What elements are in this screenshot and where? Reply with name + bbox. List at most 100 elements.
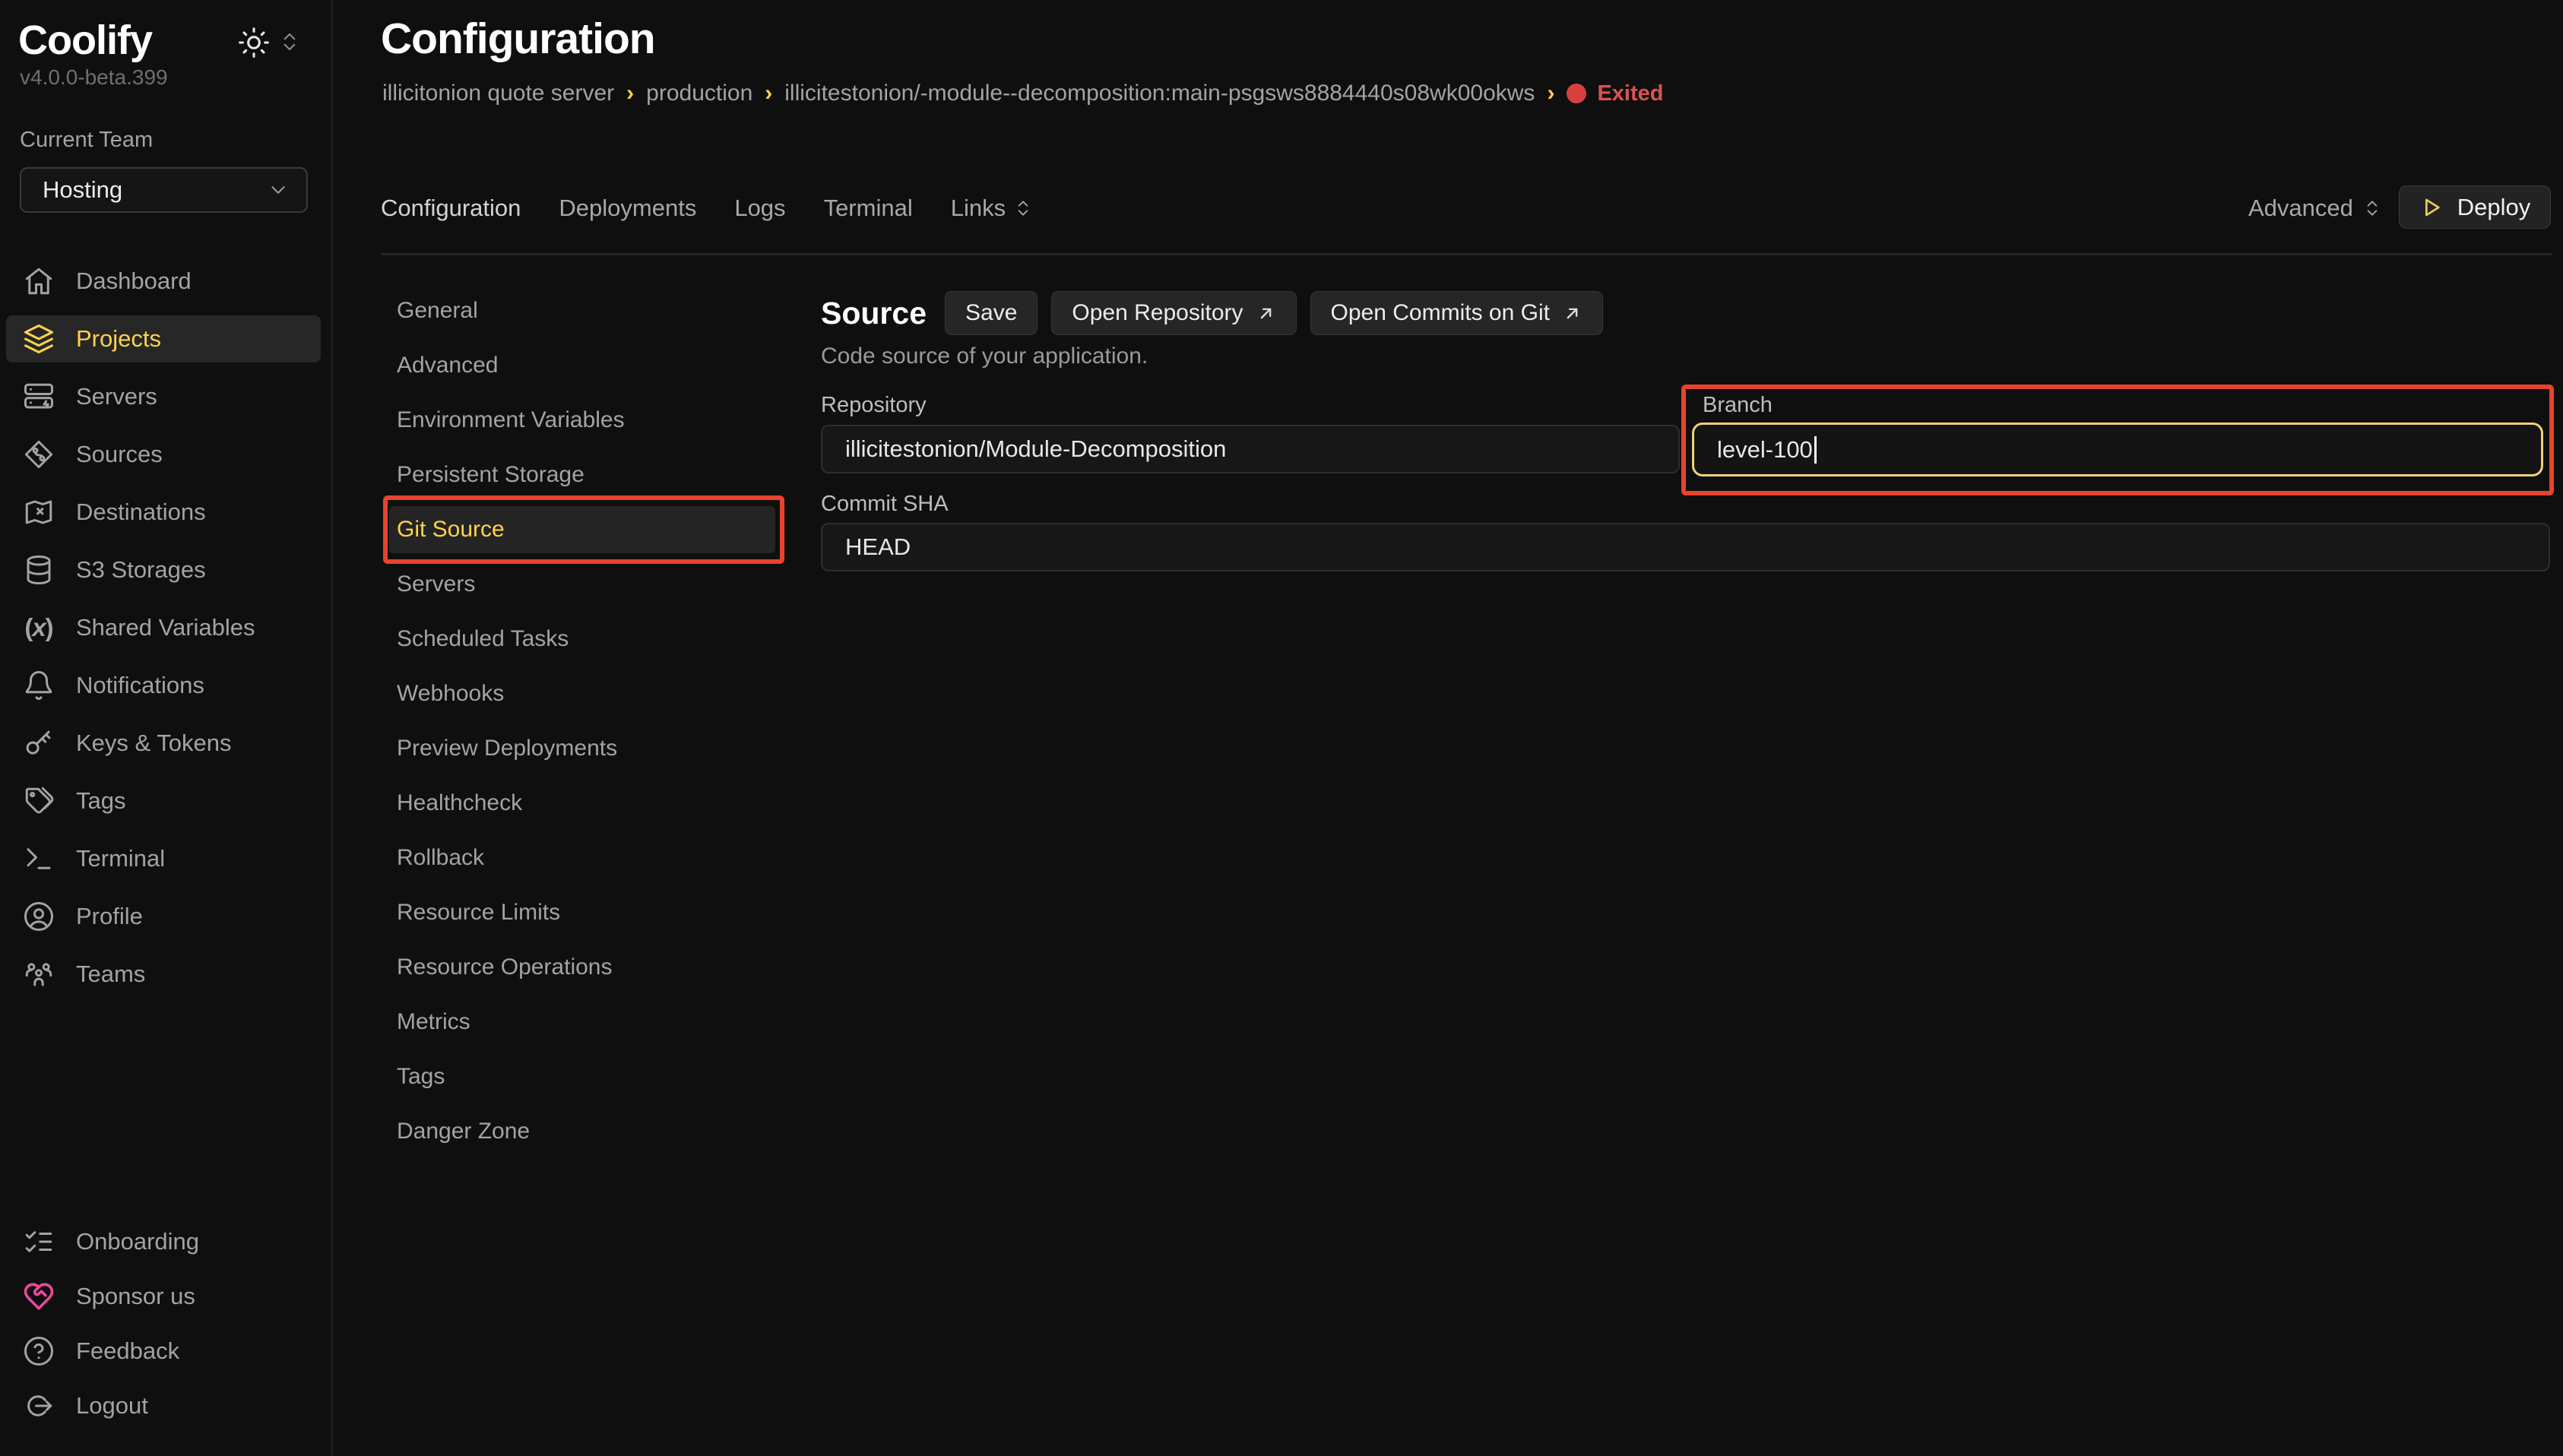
deploy-label: Deploy [2457,194,2531,221]
sidebar-item-label: Tags [76,787,125,815]
subnav-scheduled-tasks[interactable]: Scheduled Tasks [389,612,775,666]
repository-input[interactable]: illicitestonion/Module-Decomposition [821,425,1680,473]
sidebar-item-label: Terminal [76,845,165,872]
sidebar-item-profile[interactable]: Profile [6,888,321,945]
subnav-tags[interactable]: Tags [389,1049,775,1104]
subnav-metrics[interactable]: Metrics [389,995,775,1049]
team-select[interactable]: Hosting [20,167,308,213]
team-select-value: Hosting [43,176,122,204]
sidebar-item-logout[interactable]: Logout [6,1378,321,1433]
page-title: Configuration [381,14,655,64]
tab-links[interactable]: Links [951,195,1033,222]
external-link-icon [1562,303,1582,324]
sidebar-item-label: Onboarding [76,1228,199,1255]
list-checks-icon [23,1226,55,1258]
sidebar: Coolify v4.0.0-beta.399 Current Team Hos… [0,0,333,1456]
chevron-down-icon [267,179,290,201]
branch-input[interactable]: level-100 [1692,423,2543,476]
commit-sha-input[interactable]: HEAD [821,523,2550,571]
tab-deployments[interactable]: Deployments [559,195,696,222]
open-repository-button[interactable]: Open Repository [1051,291,1296,335]
sidebar-item-s3-storages[interactable]: S3 Storages [6,541,321,599]
sidebar-item-feedback[interactable]: Feedback [6,1324,321,1378]
breadcrumb-project[interactable]: illicitonion quote server [382,81,614,106]
config-subnav: General Advanced Environment Variables P… [389,283,775,1159]
subnav-preview-deployments[interactable]: Preview Deployments [389,721,775,776]
sidebar-item-tags[interactable]: Tags [6,772,321,830]
external-link-icon [1256,303,1276,324]
chevrons-up-down-icon [2362,198,2382,218]
sidebar-item-shared-variables[interactable]: (x) Shared Variables [6,599,321,657]
status-badge: Exited [1567,81,1663,106]
status-dot-icon [1567,84,1586,103]
logout-icon [23,1390,55,1422]
sidebar-item-label: Teams [76,961,145,988]
tab-bar: Configuration Deployments Logs Terminal … [381,188,1033,228]
sidebar-item-sources[interactable]: Sources [6,426,321,483]
tab-logs[interactable]: Logs [734,195,785,222]
breadcrumb-environment[interactable]: production [646,81,752,106]
map-icon [23,496,55,528]
sidebar-nav: Dashboard Projects Servers Sources Desti… [6,252,321,1003]
advanced-dropdown[interactable]: Advanced [2248,195,2382,222]
sidebar-item-servers[interactable]: Servers [6,368,321,426]
sidebar-item-label: Sponsor us [76,1283,195,1310]
home-icon [23,265,55,297]
subnav-resource-operations[interactable]: Resource Operations [389,940,775,995]
version-label: v4.0.0-beta.399 [20,65,168,90]
theme-chevrons-up-down-icon[interactable] [278,30,301,53]
sidebar-item-label: Dashboard [76,267,192,295]
deploy-button[interactable]: Deploy [2399,185,2551,229]
sidebar-item-keys-tokens[interactable]: Keys & Tokens [6,714,321,772]
save-button[interactable]: Save [945,291,1038,335]
branch-label: Branch [1703,393,1773,418]
sidebar-item-teams[interactable]: Teams [6,945,321,1003]
source-header: Source Save Open Repository Open Commits… [821,291,1603,335]
sidebar-item-notifications[interactable]: Notifications [6,657,321,714]
subnav-webhooks[interactable]: Webhooks [389,666,775,721]
terminal-icon [23,843,55,875]
play-icon [2419,195,2444,220]
subnav-resource-limits[interactable]: Resource Limits [389,885,775,940]
sidebar-item-label: Destinations [76,499,206,526]
source-heading: Source [821,296,927,331]
sidebar-item-label: Profile [76,903,143,930]
sidebar-item-destinations[interactable]: Destinations [6,483,321,541]
subnav-rollback[interactable]: Rollback [389,831,775,885]
current-team-label: Current Team [20,128,153,153]
subnav-danger-zone[interactable]: Danger Zone [389,1104,775,1159]
sidebar-item-onboarding[interactable]: Onboarding [6,1214,321,1269]
subnav-general[interactable]: General [389,283,775,338]
tab-links-label: Links [951,195,1006,222]
subnav-advanced[interactable]: Advanced [389,338,775,393]
subnav-persistent-storage[interactable]: Persistent Storage [389,448,775,502]
sidebar-footer: Onboarding Sponsor us Feedback Logout [6,1214,321,1433]
breadcrumb-application[interactable]: illicitestonion/-module--decomposition:m… [784,81,1535,106]
coolify-logo[interactable]: Coolify [18,17,152,64]
open-repository-label: Open Repository [1072,300,1243,326]
breadcrumb-separator: › [765,81,772,106]
tab-configuration[interactable]: Configuration [381,195,521,222]
sidebar-item-sponsor-us[interactable]: Sponsor us [6,1269,321,1324]
sidebar-item-projects[interactable]: Projects [6,315,321,362]
help-circle-icon [23,1335,55,1367]
subnav-servers[interactable]: Servers [389,557,775,612]
subnav-healthcheck[interactable]: Healthcheck [389,776,775,831]
layers-icon [23,323,55,355]
divider [381,253,2552,255]
source-subtitle: Code source of your application. [821,343,1148,369]
text-cursor [1814,436,1817,464]
tab-terminal[interactable]: Terminal [824,195,913,222]
database-icon [23,554,55,586]
breadcrumb-separator: › [1547,81,1554,106]
commit-sha-label: Commit SHA [821,492,949,517]
sidebar-item-label: S3 Storages [76,556,206,584]
subnav-git-source[interactable]: Git Source [389,506,775,553]
open-commits-label: Open Commits on Git [1331,300,1550,326]
sidebar-item-label: Sources [76,441,163,468]
sidebar-item-dashboard[interactable]: Dashboard [6,252,321,310]
sidebar-item-terminal[interactable]: Terminal [6,830,321,888]
open-commits-button[interactable]: Open Commits on Git [1310,291,1603,335]
subnav-environment-variables[interactable]: Environment Variables [389,393,775,448]
theme-sun-icon[interactable] [237,26,271,59]
